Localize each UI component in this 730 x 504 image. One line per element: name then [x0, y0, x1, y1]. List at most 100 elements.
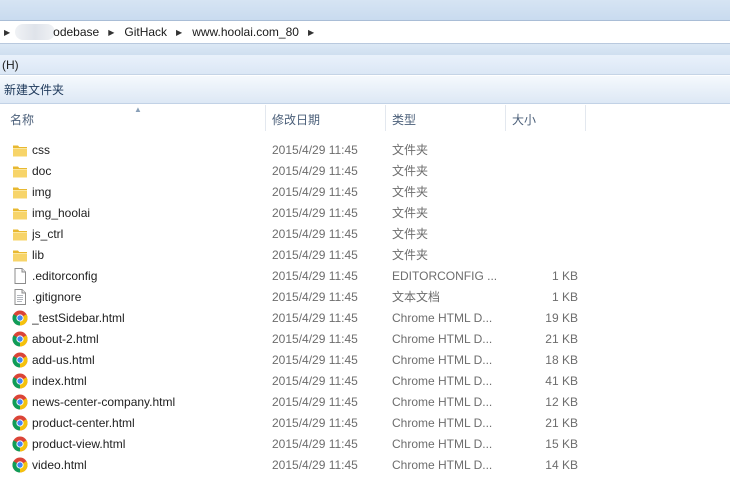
- file-size: 19 KB: [545, 311, 578, 325]
- file-name: video.html: [32, 458, 87, 472]
- file-size: 15 KB: [545, 437, 578, 451]
- file-size: 21 KB: [545, 416, 578, 430]
- file-row[interactable]: product-center.html 2015/4/29 11:45 Chrome…: [0, 413, 600, 434]
- column-header-date-label: 修改日期: [272, 113, 321, 127]
- file-type: Chrome HTML D...: [392, 374, 493, 388]
- file-type: 文件夹: [392, 185, 429, 199]
- breadcrumb-item-codebase[interactable]: odebase: [53, 25, 99, 39]
- folder-icon: [12, 226, 28, 242]
- file-row[interactable]: product-view.html 2015/4/29 11:45 Chrome H…: [0, 434, 600, 455]
- column-header-type[interactable]: 类型: [386, 105, 506, 131]
- file-date: 2015/4/29 11:45: [272, 290, 358, 304]
- file-name: add-us.html: [32, 353, 95, 367]
- file-size: [508, 182, 578, 203]
- file-name: about-2.html: [32, 332, 99, 346]
- file-type: Chrome HTML D...: [392, 416, 493, 430]
- menu-item-help[interactable]: (H): [2, 58, 19, 72]
- file-name: lib: [32, 248, 45, 262]
- file-size: 14 KB: [545, 458, 578, 472]
- new-folder-button[interactable]: 新建文件夹: [4, 81, 64, 98]
- folder-icon: [12, 205, 28, 221]
- file-date: 2015/4/29 11:45: [272, 458, 358, 472]
- address-bar[interactable]: ▶ odebase ▶ GitHack ▶ www.hoolai.com_80 …: [0, 20, 730, 44]
- text-file-icon: [12, 289, 28, 305]
- file-row[interactable]: css 2015/4/29 11:45 文件夹: [0, 140, 600, 161]
- file-size: [508, 203, 578, 224]
- chrome-icon: [12, 415, 28, 431]
- file-name: index.html: [32, 374, 87, 388]
- file-row[interactable]: index.html 2015/4/29 11:45 Chrome HTML D..…: [0, 371, 600, 392]
- folder-icon: [12, 142, 28, 158]
- file-date: 2015/4/29 11:45: [272, 185, 358, 199]
- file-name: news-center-company.html: [32, 395, 176, 409]
- file-row[interactable]: news-center-company.html 2015/4/29 11:45 C…: [0, 392, 600, 413]
- file-size: [508, 140, 578, 161]
- file-size: 1 KB: [551, 269, 578, 283]
- chrome-icon: [12, 457, 28, 473]
- column-header-size-label: 大小: [512, 113, 537, 127]
- file-name: css: [32, 143, 50, 157]
- file-type: Chrome HTML D...: [392, 437, 493, 451]
- file-size: 1 KB: [551, 290, 578, 304]
- file-row[interactable]: img_hoolai 2015/4/29 11:45 文件夹: [0, 203, 600, 224]
- breadcrumb-separator-icon[interactable]: ▶: [176, 28, 182, 37]
- breadcrumb-root-arrow-icon[interactable]: ▶: [4, 28, 10, 37]
- file-type: Chrome HTML D...: [392, 353, 493, 367]
- file-name: img: [32, 185, 52, 199]
- file-row[interactable]: about-2.html 2015/4/29 11:45 Chrome HTML D…: [0, 329, 600, 350]
- breadcrumb-separator-icon[interactable]: ▶: [108, 28, 114, 37]
- file-row[interactable]: doc 2015/4/29 11:45 文件夹: [0, 161, 600, 182]
- column-headers: 名称 ▲ 修改日期 类型 大小: [0, 105, 730, 131]
- blank-file-icon: [12, 268, 28, 284]
- file-row[interactable]: img 2015/4/29 11:45 文件夹: [0, 182, 600, 203]
- file-row[interactable]: lib 2015/4/29 11:45 文件夹: [0, 245, 600, 266]
- file-type: Chrome HTML D...: [392, 395, 493, 409]
- file-date: 2015/4/29 11:45: [272, 437, 358, 451]
- folder-icon: [12, 184, 28, 200]
- file-type: 文件夹: [392, 206, 429, 220]
- file-date: 2015/4/29 11:45: [272, 248, 358, 262]
- file-name: doc: [32, 164, 52, 178]
- folder-icon: [12, 163, 28, 179]
- file-date: 2015/4/29 11:45: [272, 164, 358, 178]
- file-size: 12 KB: [545, 395, 578, 409]
- file-row[interactable]: _testSidebar.html 2015/4/29 11:45 Chrome H…: [0, 308, 600, 329]
- chrome-icon: [12, 331, 28, 347]
- file-size: 41 KB: [545, 374, 578, 388]
- file-size: 21 KB: [545, 332, 578, 346]
- folder-icon: [12, 247, 28, 263]
- chrome-icon: [12, 394, 28, 410]
- breadcrumb-item-current[interactable]: www.hoolai.com_80: [192, 25, 299, 39]
- file-name: .gitignore: [32, 290, 82, 304]
- file-date: 2015/4/29 11:45: [272, 353, 358, 367]
- chrome-icon: [12, 352, 28, 368]
- sort-ascending-icon: ▲: [134, 105, 142, 114]
- file-type: Chrome HTML D...: [392, 311, 493, 325]
- file-size: [508, 161, 578, 182]
- file-row[interactable]: video.html 2015/4/29 11:45 Chrome HTML D..…: [0, 455, 600, 476]
- file-name: product-center.html: [32, 416, 135, 430]
- file-name: product-view.html: [32, 437, 126, 451]
- file-row[interactable]: js_ctrl 2015/4/29 11:45 文件夹: [0, 224, 600, 245]
- breadcrumb-separator-icon[interactable]: ▶: [308, 28, 314, 37]
- file-type: 文件夹: [392, 248, 429, 262]
- file-name: img_hoolai: [32, 206, 91, 220]
- redacted-path-segment: [15, 24, 56, 40]
- file-date: 2015/4/29 11:45: [272, 374, 358, 388]
- file-size: 18 KB: [545, 353, 578, 367]
- file-row[interactable]: add-us.html 2015/4/29 11:45 Chrome HTML D.…: [0, 350, 600, 371]
- column-header-name-label: 名称: [10, 113, 35, 127]
- file-type: 文件夹: [392, 227, 429, 241]
- file-type: 文本文档: [392, 290, 441, 304]
- column-header-name[interactable]: 名称 ▲: [4, 105, 266, 131]
- file-name: .editorconfig: [32, 269, 98, 283]
- file-name: _testSidebar.html: [32, 311, 125, 325]
- file-date: 2015/4/29 11:45: [272, 206, 358, 220]
- file-row[interactable]: .editorconfig 2015/4/29 11:45 EDITORCONFIG…: [0, 266, 600, 287]
- file-row[interactable]: .gitignore 2015/4/29 11:45 文本文档 1 KB: [0, 287, 600, 308]
- breadcrumb-item-githack[interactable]: GitHack: [124, 25, 167, 39]
- file-type: 文件夹: [392, 164, 429, 178]
- column-header-type-label: 类型: [392, 113, 417, 127]
- column-header-size[interactable]: 大小: [506, 105, 586, 131]
- column-header-date[interactable]: 修改日期: [266, 105, 386, 131]
